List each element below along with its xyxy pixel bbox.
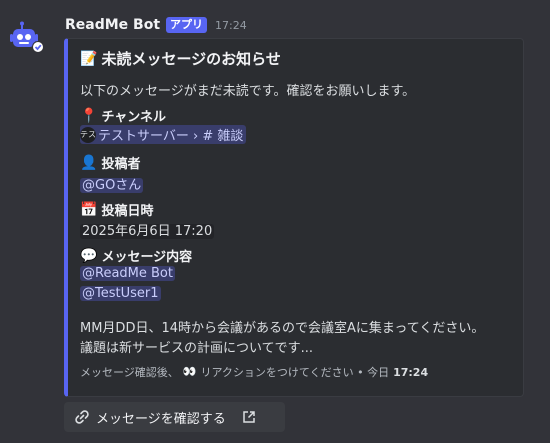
calendar-icon: 📅 (80, 201, 98, 218)
embed-title-text: 未読メッセージのお知らせ (101, 50, 281, 68)
author-mention[interactable]: @GOさん (80, 178, 144, 193)
field-date-value: 2025年6月6日 17:20 (80, 220, 215, 239)
footer-text-after: リアクションをつけてください • 今日 (200, 366, 390, 379)
field-content-mention-2: @TestUser1 (80, 286, 161, 301)
message-body: MM月DD日、14時から会議があるので会議室Aに集まってください。 議題は新サー… (80, 319, 484, 359)
bot-name[interactable]: ReadMe Bot (65, 17, 160, 33)
link-icon (75, 410, 89, 424)
app-badge: アプリ (166, 17, 208, 33)
message-body-line-1: MM月DD日、14時から会議があるので会議室Aに集まってください。 (80, 321, 485, 336)
message-header: ReadMe Bot アプリ 17:24 (65, 15, 247, 35)
notification-embed: 📝 未読メッセージのお知らせ 以下のメッセージがまだ未読です。確認をお願いします… (64, 38, 524, 397)
confirm-button-label: メッセージを確認する (96, 411, 226, 427)
embed-title: 📝 未読メッセージのお知らせ (80, 48, 281, 69)
external-link-icon (243, 411, 255, 423)
bot-avatar[interactable] (10, 21, 46, 57)
field-channel-label: チャンネル (101, 110, 167, 125)
footer-text-before: メッセージ確認後、 (80, 366, 179, 379)
field-author-name: 👤 投稿者 (80, 153, 141, 173)
embed-description: 以下のメッセージがまだ未読です。確認をお願いします。 (80, 84, 416, 99)
field-date-label: 投稿日時 (101, 204, 154, 219)
pin-icon: 📍 (80, 107, 98, 124)
memo-icon: 📝 (80, 50, 98, 67)
field-channel-name: 📍 チャンネル (80, 106, 167, 126)
timestamp[interactable]: 2025年6月6日 17:20 (80, 224, 215, 239)
mention-testuser1[interactable]: @TestUser1 (80, 286, 161, 301)
field-author-value: @GOさん (80, 174, 144, 193)
channel-mention[interactable]: テス テストサーバー › # 雑談 (80, 125, 247, 144)
server-icon: テス (80, 126, 96, 143)
field-author-label: 投稿者 (101, 157, 141, 172)
robot-icon (10, 21, 44, 53)
footer-time: 17:24 (393, 365, 429, 379)
speech-bubble-icon: 💬 (80, 247, 98, 264)
field-content-name: 💬 メッセージ内容 (80, 246, 193, 266)
field-channel-value: テス テストサーバー › # 雑談 (80, 125, 247, 144)
field-content-label: メッセージ内容 (101, 250, 193, 265)
channel-mention-text: テストサーバー › # 雑談 (98, 129, 244, 144)
field-content-mention-1: @ReadMe Bot (80, 266, 175, 281)
field-date-name: 📅 投稿日時 (80, 200, 154, 220)
embed-footer: メッセージ確認後、 👀 リアクションをつけてください • 今日 17:24 (80, 364, 428, 380)
mention-readme-bot[interactable]: @ReadMe Bot (80, 266, 175, 281)
confirm-message-button[interactable]: メッセージを確認する (64, 402, 285, 432)
eyes-icon: 👀 (182, 365, 197, 378)
message-time: 17:24 (215, 18, 247, 32)
person-icon: 👤 (80, 154, 98, 171)
message-body-line-2: 議題は新サービスの計画についてです... (80, 341, 314, 356)
